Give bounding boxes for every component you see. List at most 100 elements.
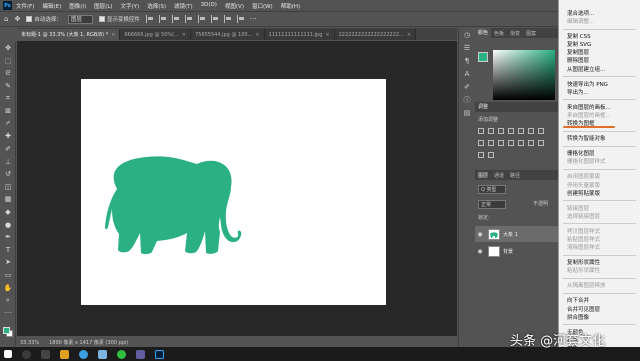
- properties-icon[interactable]: ☰: [459, 41, 475, 54]
- threshold-icon[interactable]: [538, 140, 544, 146]
- color-balance-icon[interactable]: [538, 128, 544, 134]
- layers-panel-tab[interactable]: 图层: [475, 172, 491, 179]
- color-panel-tab[interactable]: 图案: [523, 30, 539, 37]
- type-tool-icon[interactable]: T: [0, 244, 16, 257]
- character-icon[interactable]: A: [459, 67, 475, 80]
- search-icon[interactable]: [22, 349, 31, 359]
- align-center-icon[interactable]: [158, 15, 168, 23]
- foreground-color-swatch[interactable]: [3, 327, 10, 334]
- document-tab[interactable]: 75655544.jpg @ 100... ×: [191, 29, 265, 40]
- brush-settings-icon[interactable]: ✐: [459, 80, 475, 93]
- home-icon[interactable]: ⌂: [4, 15, 8, 23]
- close-tab-icon[interactable]: ×: [111, 32, 115, 38]
- menu-item[interactable]: 窗口(W): [252, 2, 273, 10]
- levels-icon[interactable]: [488, 128, 494, 134]
- browser-icon[interactable]: [79, 349, 88, 359]
- menu-item[interactable]: 文字(Y): [121, 2, 140, 10]
- color-panel-tab[interactable]: 渐变: [507, 30, 523, 37]
- gradient-tool-icon[interactable]: ▦: [0, 193, 16, 206]
- layer-row[interactable]: ◉ 背景: [475, 243, 558, 259]
- crop-tool-icon[interactable]: ⌗: [0, 92, 16, 105]
- context-menu-item[interactable]: 拼合图像: [559, 314, 640, 322]
- windows-start-icon[interactable]: [4, 350, 12, 358]
- eraser-tool-icon[interactable]: ◫: [0, 181, 16, 194]
- invert-icon[interactable]: [518, 140, 524, 146]
- layer-row[interactable]: ◉ 大象 1: [475, 226, 558, 242]
- distribute-icon[interactable]: [223, 15, 233, 23]
- app-icon[interactable]: [98, 349, 107, 359]
- document-tab[interactable]: 2222222222222222222... ×: [334, 29, 417, 40]
- selective-color-icon[interactable]: [478, 152, 484, 158]
- align-top-icon[interactable]: [184, 15, 194, 23]
- hand-tool-icon[interactable]: ✋: [0, 281, 16, 294]
- more-options-icon[interactable]: ···: [250, 15, 257, 23]
- zoom-tool-icon[interactable]: ⌕: [0, 294, 16, 307]
- brightness-icon[interactable]: [478, 128, 484, 134]
- close-tab-icon[interactable]: ×: [325, 32, 329, 38]
- blur-tool-icon[interactable]: ◆: [0, 206, 16, 219]
- lasso-tool-icon[interactable]: ᘓ: [0, 67, 16, 80]
- close-tab-icon[interactable]: ×: [255, 32, 259, 38]
- show-transform-checkbox[interactable]: [98, 16, 105, 22]
- context-menu-item[interactable]: 转换为智能对象: [559, 135, 640, 143]
- context-menu-item[interactable]: 创建剪贴蒙版: [559, 190, 640, 198]
- libraries-icon[interactable]: ▤: [459, 106, 475, 119]
- layers-panel-tab[interactable]: 路径: [507, 172, 523, 179]
- align-right-icon[interactable]: [171, 15, 181, 23]
- document-tab[interactable]: 未标题-1 @ 33.3% (大象 1, RGB/8) * ×: [17, 29, 121, 40]
- photoshop-taskbar-icon[interactable]: [155, 349, 164, 359]
- menu-item[interactable]: 文件(F): [16, 2, 34, 10]
- menu-item[interactable]: 图层(L): [94, 2, 112, 10]
- paragraph-icon[interactable]: ¶: [459, 54, 475, 67]
- black-white-icon[interactable]: [478, 140, 484, 146]
- elephant-shape[interactable]: [81, 79, 386, 305]
- color-lookup-icon[interactable]: [508, 140, 514, 146]
- distribute-vertical-icon[interactable]: [236, 15, 246, 23]
- align-middle-icon[interactable]: [197, 15, 207, 23]
- menu-item[interactable]: 编辑(E): [42, 2, 61, 10]
- healing-brush-tool-icon[interactable]: ✚: [0, 130, 16, 143]
- exposure-icon[interactable]: [508, 128, 514, 134]
- task-view-icon[interactable]: [41, 349, 50, 359]
- context-menu-item[interactable]: 混合选项...: [559, 10, 640, 18]
- context-menu-item[interactable]: 来自图层的画板...: [559, 104, 640, 112]
- marquee-tool-icon[interactable]: ⬚: [0, 55, 16, 68]
- dodge-tool-icon[interactable]: ●: [0, 218, 16, 231]
- quick-select-tool-icon[interactable]: ✎: [0, 80, 16, 93]
- menu-item[interactable]: 帮助(H): [281, 2, 300, 10]
- visibility-eye-icon[interactable]: ◉: [475, 231, 485, 238]
- color-picker-field[interactable]: [493, 50, 555, 100]
- document-tab[interactable]: 11111111111111.jpg ×: [264, 29, 335, 40]
- context-menu-item[interactable]: 从图层建立组...: [559, 66, 640, 74]
- blend-mode-dropdown[interactable]: 正常: [478, 200, 507, 209]
- context-menu-item[interactable]: 复制 CSS: [559, 33, 640, 41]
- document-tab[interactable]: 666666.jpg @ 50%(... ×: [120, 29, 192, 40]
- align-left-icon[interactable]: [145, 15, 155, 23]
- auto-select-dropdown[interactable]: 图层: [67, 14, 93, 24]
- wechat-icon[interactable]: [117, 349, 126, 359]
- color-panel-tab[interactable]: 颜色: [475, 28, 492, 38]
- stamp-tool-icon[interactable]: ⊥: [0, 155, 16, 168]
- context-menu-item[interactable]: 导出为...: [559, 89, 640, 97]
- curves-icon[interactable]: [498, 128, 504, 134]
- history-brush-tool-icon[interactable]: ↺: [0, 168, 16, 181]
- menu-item[interactable]: 图像(I): [69, 2, 86, 10]
- document-canvas[interactable]: [81, 79, 386, 305]
- color-panel-tab[interactable]: 色板: [491, 30, 507, 37]
- info-icon[interactable]: ⓘ: [459, 93, 475, 106]
- context-menu-item[interactable]: 向下合并: [559, 297, 640, 305]
- close-tab-icon[interactable]: ×: [182, 32, 186, 38]
- move-tool-icon[interactable]: ✥: [0, 42, 16, 55]
- color-panel-foreground-swatch[interactable]: [478, 52, 488, 62]
- channel-mixer-icon[interactable]: [498, 140, 504, 146]
- more-tools-icon[interactable]: ···: [0, 306, 16, 319]
- eyedropper-tool-icon[interactable]: ⌿: [0, 118, 16, 131]
- hue-icon[interactable]: [528, 128, 534, 134]
- context-menu-item[interactable]: 删除图层: [559, 57, 640, 65]
- file-explorer-icon[interactable]: [60, 349, 69, 359]
- history-icon[interactable]: ◷: [459, 28, 475, 41]
- visibility-eye-icon[interactable]: ◉: [475, 248, 485, 255]
- path-select-tool-icon[interactable]: ➤: [0, 256, 16, 269]
- context-menu-item[interactable]: 复制形状属性: [559, 259, 640, 267]
- context-menu-item[interactable]: 栅格化图层: [559, 150, 640, 158]
